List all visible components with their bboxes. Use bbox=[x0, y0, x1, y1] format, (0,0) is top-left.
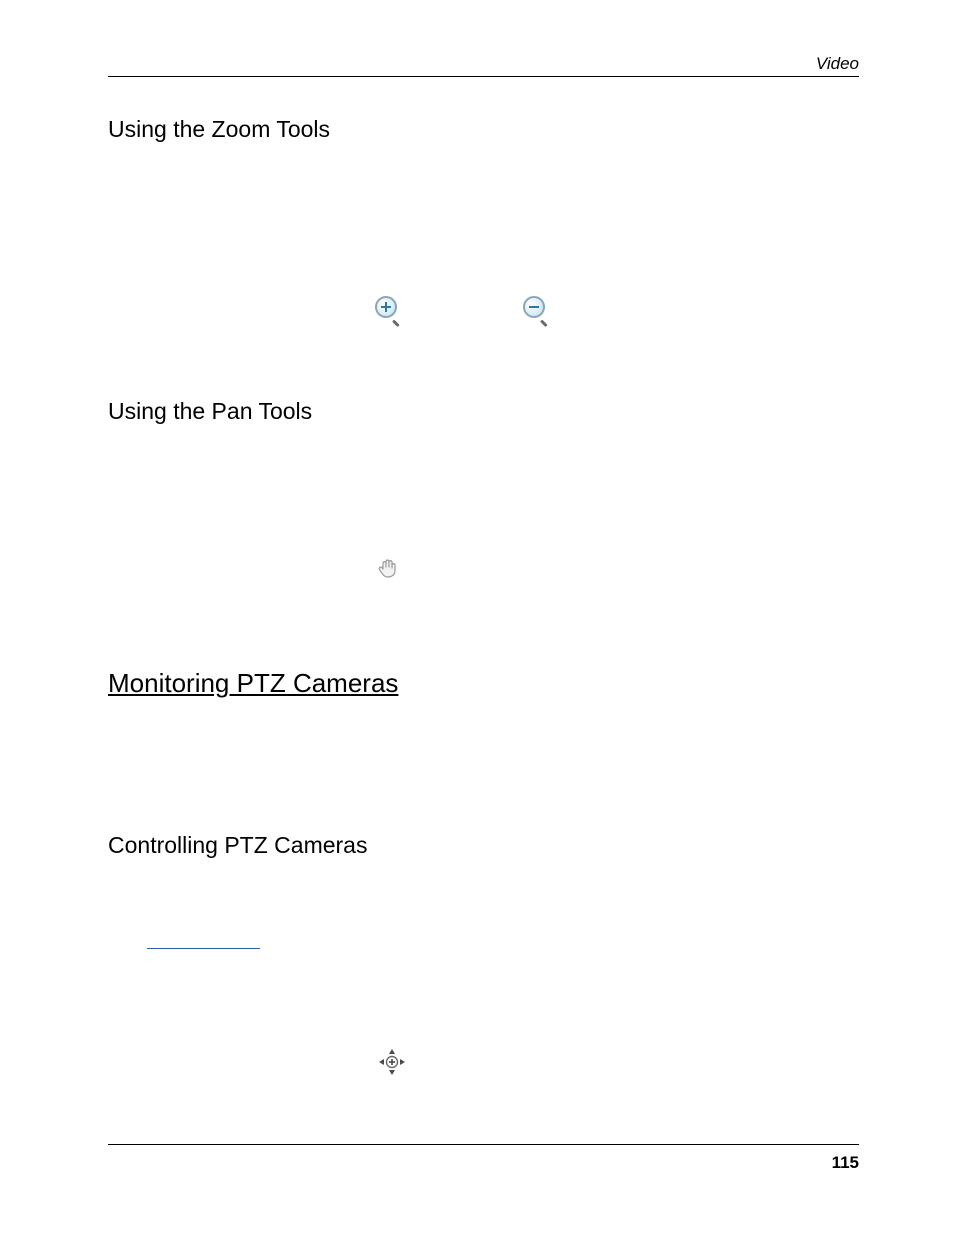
header-rule bbox=[108, 76, 859, 77]
heading-controlling-ptz: Controlling PTZ Cameras bbox=[108, 832, 367, 859]
ptz-control-icon bbox=[377, 1047, 407, 1077]
page-header-label: Video bbox=[816, 54, 859, 74]
heading-monitoring-ptz: Monitoring PTZ Cameras bbox=[108, 668, 398, 699]
heading-zoom-tools: Using the Zoom Tools bbox=[108, 116, 330, 143]
heading-pan-tools: Using the Pan Tools bbox=[108, 398, 312, 425]
zoom-in-icon bbox=[375, 296, 397, 318]
page: Video Using the Zoom Tools Using the Pan… bbox=[0, 0, 954, 1235]
pan-hand-icon bbox=[376, 556, 400, 585]
zoom-out-icon bbox=[523, 296, 545, 318]
page-number: 115 bbox=[832, 1153, 859, 1173]
link-underline[interactable] bbox=[147, 948, 260, 949]
footer-rule bbox=[108, 1144, 859, 1145]
